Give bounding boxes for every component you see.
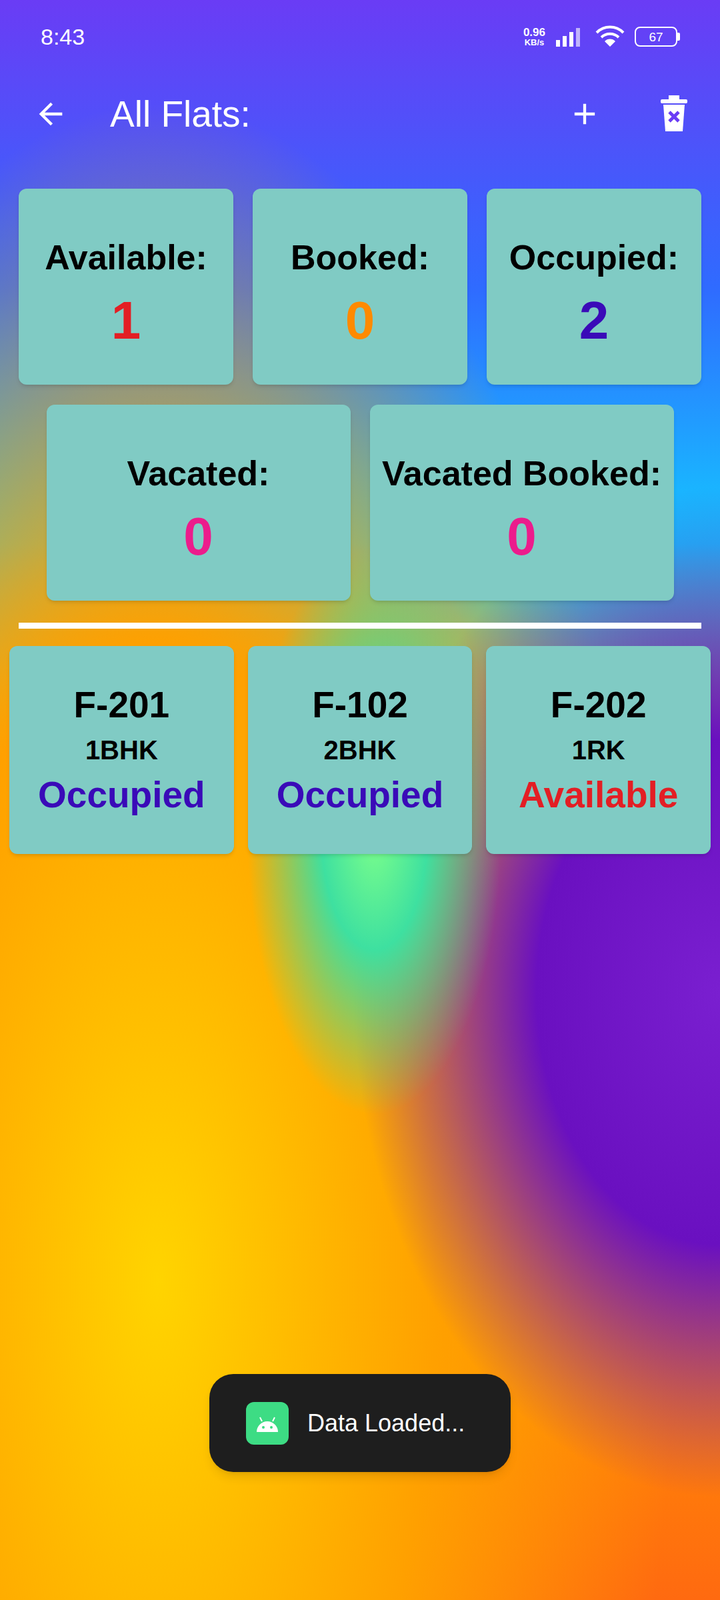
battery-icon: 67 xyxy=(634,26,680,47)
summary-count: 0 xyxy=(183,510,214,564)
summary-card: Vacated: 0 xyxy=(46,404,351,601)
flat-status: Occupied xyxy=(38,772,206,818)
back-arrow-icon[interactable] xyxy=(33,96,68,132)
summary-count: 0 xyxy=(345,294,376,348)
summary-card: Available: 1 xyxy=(18,188,234,385)
summary-card: Vacated Booked: 0 xyxy=(370,404,674,601)
flat-type: 1BHK xyxy=(85,733,158,767)
android-icon xyxy=(254,1413,281,1434)
speed-value: 0.96 xyxy=(523,26,546,38)
page-title: All Flats: xyxy=(110,91,251,138)
summary-count: 1 xyxy=(111,294,142,348)
flat-card[interactable]: F-102 2BHK Occupied xyxy=(248,646,473,854)
app-icon xyxy=(246,1402,289,1445)
summary-count: 0 xyxy=(506,510,537,564)
status-bar: 8:43 0.96 KB/s 67 xyxy=(0,0,720,74)
battery-body: 67 xyxy=(634,26,678,47)
divider xyxy=(18,622,702,629)
flat-type: 2BHK xyxy=(324,733,397,767)
summary-card: Booked: 0 xyxy=(252,188,468,385)
summary-label: Occupied: xyxy=(509,236,679,280)
flat-card[interactable]: F-201 1BHK Occupied xyxy=(9,646,234,854)
flat-status: Available xyxy=(518,772,678,818)
speed-unit: KB/s xyxy=(524,38,545,47)
app-bar: All Flats: xyxy=(0,73,720,155)
signal-icon xyxy=(554,25,586,48)
summary-label: Vacated Booked: xyxy=(382,452,662,496)
network-speed: 0.96 KB/s xyxy=(523,26,546,47)
summary-label: Available: xyxy=(44,236,208,280)
flat-type: 1RK xyxy=(572,733,626,767)
summary-label: Vacated: xyxy=(127,452,270,496)
wifi-icon xyxy=(594,24,626,49)
toast-text: Data Loaded... xyxy=(307,1405,465,1442)
flat-name: F-201 xyxy=(73,682,170,728)
summary-row: Vacated: 0 Vacated Booked: 0 xyxy=(0,404,720,601)
summary-count: 2 xyxy=(579,294,610,348)
flat-grid: F-201 1BHK Occupied F-102 2BHK Occupied F-202 1… xyxy=(0,646,720,854)
toast: Data Loaded... xyxy=(209,1374,511,1472)
flat-status: Occupied xyxy=(276,772,444,818)
summary-row: Available: 1 Booked: 0 Occupied: 2 xyxy=(0,188,720,385)
add-icon[interactable] xyxy=(567,96,602,132)
flat-name: F-202 xyxy=(550,682,647,728)
delete-icon[interactable] xyxy=(658,95,690,133)
clock: 8:43 xyxy=(40,20,85,54)
battery-level: 67 xyxy=(648,30,663,44)
battery-nub xyxy=(677,32,680,41)
status-icons: 0.96 KB/s 67 xyxy=(523,24,680,49)
summary-section: Available:1Booked:0Occupied:2 Vacated:0V… xyxy=(0,188,720,601)
screen: 8:43 0.96 KB/s 67 xyxy=(0,0,720,1600)
summary-card: Occupied: 2 xyxy=(486,188,702,385)
flat-name: F-102 xyxy=(312,682,408,728)
summary-label: Booked: xyxy=(290,236,430,280)
flat-card[interactable]: F-202 1RK Available xyxy=(486,646,711,854)
